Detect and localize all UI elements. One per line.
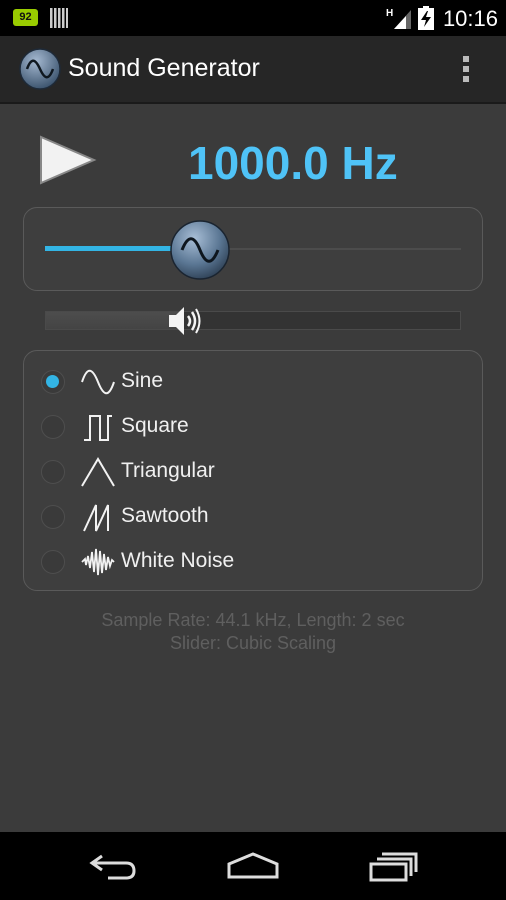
waveform-option-sawtooth[interactable]: Sawtooth: [24, 494, 480, 539]
waveform-options-panel: Sine Square Triangular Sawtooth White No…: [23, 350, 483, 591]
radio-button[interactable]: [41, 505, 65, 529]
speaker-icon[interactable]: [165, 303, 203, 339]
radio-button[interactable]: [41, 415, 65, 439]
sine-wave-icon: [81, 369, 115, 395]
slider-scaling-info: Slider: Cubic Scaling: [169, 633, 337, 653]
frequency-slider-thumb[interactable]: [170, 219, 230, 281]
volume-slider[interactable]: [45, 311, 461, 330]
frequency-slider-panel: [23, 207, 483, 291]
white-noise-icon: [81, 548, 115, 576]
sample-rate-info: Sample Rate: 44.1 kHz, Length: 2 sec: [101, 610, 405, 630]
back-icon[interactable]: [88, 850, 138, 882]
recent-apps-icon[interactable]: [368, 850, 420, 882]
waveform-option-sine[interactable]: Sine: [24, 359, 480, 404]
frequency-display: 1000.0 Hz: [188, 137, 398, 189]
volume-slider-fill: [46, 312, 183, 329]
svg-text:H: H: [386, 8, 393, 19]
waveform-label: Sine: [121, 369, 164, 392]
radio-button[interactable]: [41, 460, 65, 484]
barcode-notification-icon: [50, 8, 68, 28]
navigation-bar: [0, 832, 506, 900]
radio-button[interactable]: [41, 370, 65, 394]
sine-wave-app-icon[interactable]: [19, 48, 61, 90]
battery-charging-icon: [418, 6, 434, 30]
action-bar: Sound Generator: [0, 36, 506, 104]
square-wave-icon: [84, 415, 112, 441]
waveform-option-white-noise[interactable]: White Noise: [24, 539, 480, 584]
status-clock: 10:16: [442, 6, 498, 31]
overflow-menu-icon[interactable]: [455, 53, 477, 87]
frequency-slider-fill: [45, 246, 186, 251]
waveform-option-triangular[interactable]: Triangular: [24, 449, 480, 494]
waveform-option-square[interactable]: Square: [24, 404, 480, 449]
triangle-wave-icon: [81, 457, 115, 487]
sawtooth-wave-icon: [83, 504, 109, 532]
waveform-label: Sawtooth: [121, 504, 209, 527]
waveform-label: Square: [121, 414, 189, 437]
play-button[interactable]: [38, 135, 98, 185]
radio-button[interactable]: [41, 550, 65, 574]
waveform-label: White Noise: [121, 549, 235, 572]
signal-strength-icon: H: [386, 8, 411, 29]
app-title: Sound Generator: [68, 54, 260, 82]
battery-notification-badge: 92: [13, 9, 38, 26]
waveform-label: Triangular: [121, 459, 215, 482]
home-icon[interactable]: [226, 850, 280, 882]
status-bar: 92 H 10:16: [0, 0, 506, 36]
